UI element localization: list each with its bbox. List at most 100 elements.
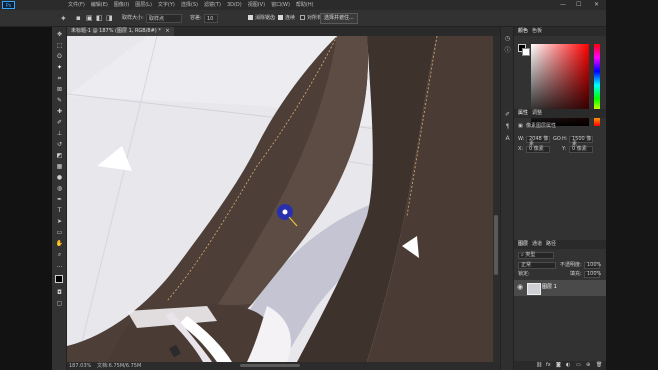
magic-wand-tool-icon[interactable]: ✦ (60, 10, 67, 27)
sample-size-select[interactable]: 取样点 (146, 14, 182, 23)
tab-color[interactable]: 颜色 (518, 27, 528, 36)
shape-tool-icon[interactable]: ▭ (55, 229, 64, 236)
menu-select[interactable]: 选择(S) (181, 0, 198, 10)
move-tool-icon[interactable]: ✥ (55, 31, 64, 38)
opacity-field[interactable]: 100% (584, 262, 601, 269)
new-group-icon[interactable]: ▭ (576, 361, 581, 370)
collapsed-panel-strip: ◷ ⓘ ✐ ¶ A (500, 27, 514, 370)
screen-mode-icon[interactable]: ▢ (55, 300, 64, 307)
adjustment-layer-icon[interactable]: ◐ (566, 361, 570, 370)
magic-wand-icon[interactable]: ✦ (55, 64, 64, 71)
layers-footer: ⛓ fx ◙ ◐ ▭ ⊕ 🗑 (514, 361, 606, 370)
tab-properties[interactable]: 属性 (518, 109, 528, 118)
properties-title: 像素图层属性 (526, 123, 557, 129)
frame-tool-icon[interactable]: ⊠ (55, 86, 64, 93)
paragraph-panel-icon[interactable]: ¶ (504, 123, 511, 130)
quick-mask-icon[interactable]: ◘ (55, 289, 64, 296)
menu-type[interactable]: 文字(Y) (158, 0, 175, 10)
brush-settings-icon[interactable]: ✐ (504, 111, 511, 118)
select-and-mask-button[interactable]: 选择并遮住... (320, 13, 358, 24)
add-mask-icon[interactable]: ◙ (556, 361, 561, 370)
contiguous-checkbox[interactable]: 连续 (278, 10, 295, 27)
blur-tool-icon[interactable]: ● (55, 174, 64, 181)
selection-mode-intersect-icon[interactable]: ◨ (106, 10, 113, 27)
fx-icon[interactable]: fx (546, 361, 551, 370)
layer-filter-select[interactable]: ⌕ 类型 (518, 252, 554, 259)
tab-swatches[interactable]: 色板 (532, 27, 542, 36)
height-label: H: (562, 136, 568, 142)
horizontal-scroll-thumb[interactable] (240, 364, 300, 367)
close-tab-icon[interactable]: × (165, 28, 169, 34)
new-layer-icon[interactable]: ⊕ (586, 361, 590, 370)
healing-brush-icon[interactable]: ✚ (55, 108, 64, 115)
antialias-checkbox[interactable]: 消除锯齿 (248, 10, 275, 27)
layer-name[interactable]: 图层 1 (542, 283, 557, 292)
eraser-tool-icon[interactable]: ◩ (55, 152, 64, 159)
blend-mode-select[interactable]: 正常 (518, 262, 556, 269)
menu-layer[interactable]: 图层(L) (135, 0, 152, 10)
more-tools-icon[interactable]: … (55, 262, 64, 269)
document-canvas[interactable] (67, 36, 493, 362)
close-window-button[interactable]: ✕ (594, 0, 599, 10)
foreground-color-swatch[interactable] (55, 275, 63, 283)
brush-tool-icon[interactable]: ✐ (55, 119, 64, 126)
crop-tool-icon[interactable]: ⌗ (55, 75, 64, 82)
info-panel-icon[interactable]: ⓘ (504, 47, 511, 54)
menu-bar: Ps 文件(F) 编辑(E) 图像(I) 图层(L) 文字(Y) 选择(S) 滤… (0, 0, 658, 10)
tab-paths[interactable]: 路径 (546, 240, 556, 249)
pixel-layer-icon: ▣ (518, 123, 523, 129)
hand-tool-icon[interactable]: ✋ (55, 240, 64, 247)
tab-layers[interactable]: 图层 (518, 240, 528, 249)
link-dimensions-button[interactable]: GO (553, 135, 561, 144)
selection-mode-add-icon[interactable]: ▣ (86, 10, 93, 27)
x-field[interactable]: 0 像素 (526, 146, 550, 153)
menu-view[interactable]: 视图(V) (248, 0, 265, 10)
type-tool-icon[interactable]: T (55, 207, 64, 214)
menu-edit[interactable]: 编辑(E) (91, 0, 108, 10)
zoom-level[interactable]: 187.03% (69, 362, 91, 370)
fill-label: 填充: (570, 271, 582, 277)
pen-tool-icon[interactable]: ✒ (55, 196, 64, 203)
document-tab[interactable]: 未标题-1 @ 187% (图层 1, RGB/8#) * × (67, 27, 174, 36)
marquee-tool-icon[interactable]: ⬚ (55, 42, 64, 49)
menu-help[interactable]: 帮助(H) (296, 0, 314, 10)
fill-field[interactable]: 100% (584, 271, 601, 278)
visibility-eye-icon[interactable]: ◉ (517, 283, 523, 292)
gradient-tool-icon[interactable]: ▦ (55, 163, 64, 170)
history-panel-icon[interactable]: ◷ (504, 35, 511, 42)
width-field[interactable]: 2048 像素 (526, 136, 550, 147)
layer-thumbnail (527, 283, 541, 295)
vertical-scroll-thumb[interactable] (494, 215, 498, 275)
character-panel-icon[interactable]: A (504, 135, 511, 142)
eyedropper-tool-icon[interactable]: ✎ (55, 97, 64, 104)
background-swatch[interactable] (522, 48, 530, 56)
selection-mode-new-icon[interactable]: ▪ (76, 10, 81, 27)
tools-panel: ✥ ⬚ ʘ ✦ ⌗ ⊠ ✎ ✚ ✐ ⊥ ↺ ◩ ▦ ● ◍ ✒ T ➤ ▭ ✋ … (52, 27, 67, 370)
opacity-label: 不透明度: (560, 262, 582, 268)
tab-adjustments[interactable]: 调整 (532, 109, 542, 118)
y-field[interactable]: 0 像素 (569, 146, 593, 153)
zoom-tool-icon[interactable]: ⌕ (55, 251, 64, 258)
menu-window[interactable]: 窗口(W) (271, 0, 290, 10)
height-field[interactable]: 1500 像素 (569, 136, 593, 147)
minimize-button[interactable]: — (560, 0, 566, 10)
clone-stamp-icon[interactable]: ⊥ (55, 130, 64, 137)
tolerance-input[interactable]: 10 (204, 14, 218, 23)
history-brush-icon[interactable]: ↺ (55, 141, 64, 148)
menu-3d[interactable]: 3D(D) (227, 0, 242, 10)
dodge-tool-icon[interactable]: ◍ (55, 185, 64, 192)
vertical-scrollbar[interactable] (493, 36, 500, 362)
right-panels: 颜色 色板 属性 调整 ▣ 像素图层属性 W: 2048 像素 GO H: 15… (514, 27, 606, 370)
layer-row[interactable]: ◉ 图层 1 (514, 280, 606, 296)
menu-file[interactable]: 文件(F) (68, 0, 85, 10)
link-layers-icon[interactable]: ⛓ (536, 361, 542, 370)
menu-filter[interactable]: 滤镜(T) (204, 0, 221, 10)
delete-layer-icon[interactable]: 🗑 (596, 361, 602, 370)
path-selection-icon[interactable]: ➤ (55, 218, 64, 225)
menu-image[interactable]: 图像(I) (114, 0, 129, 10)
left-margin (0, 27, 52, 370)
selection-mode-subtract-icon[interactable]: ◧ (96, 10, 103, 27)
maximize-button[interactable]: ☐ (576, 0, 581, 10)
lasso-tool-icon[interactable]: ʘ (55, 53, 64, 60)
tab-channels[interactable]: 通道 (532, 240, 542, 249)
